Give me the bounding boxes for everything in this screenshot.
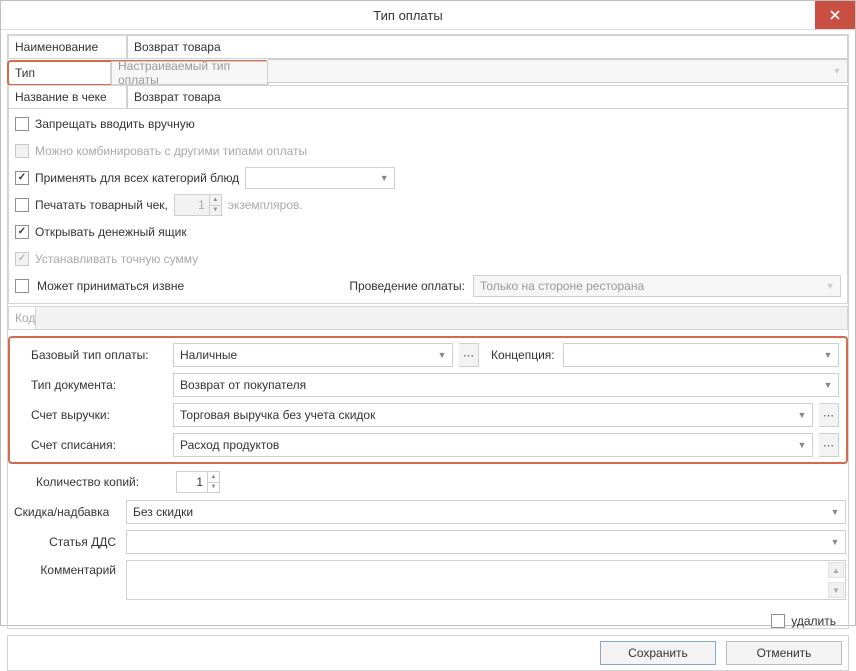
- combine-other-checkbox: [15, 144, 29, 158]
- highlighted-section: Базовый тип оплаты: Наличные ▼ ⋯ Концепц…: [8, 336, 848, 464]
- dds-label: Статья ДДС: [10, 535, 120, 549]
- code-input: [36, 306, 848, 330]
- scroll-up-icon[interactable]: ▲: [828, 562, 844, 578]
- print-copies-stepper: 1 ▲▼: [174, 194, 222, 216]
- type-select[interactable]: Настраиваемый тип оплаты: [111, 61, 268, 85]
- print-slip-label: Печатать товарный чек,: [35, 198, 168, 212]
- up-arrow-icon[interactable]: ▲: [208, 472, 219, 482]
- concept-label: Концепция:: [485, 348, 557, 362]
- copies-stepper[interactable]: 1 ▲▼: [176, 471, 220, 493]
- close-button[interactable]: [815, 1, 855, 29]
- discount-select[interactable]: Без скидки ▼: [126, 500, 846, 524]
- base-type-label: Базовый тип оплаты:: [17, 348, 167, 362]
- name-input[interactable]: [127, 35, 848, 59]
- accept-external-label: Может приниматься извне: [37, 279, 184, 293]
- apply-all-categories-checkbox[interactable]: [15, 171, 29, 185]
- processing-value: Только на стороне ресторана: [480, 279, 644, 293]
- dds-select[interactable]: ▼: [126, 530, 846, 554]
- revenue-account-label: Счет выручки:: [17, 408, 167, 422]
- comment-label: Комментарий: [10, 560, 120, 577]
- revenue-account-browse-button[interactable]: ⋯: [819, 403, 839, 427]
- type-select-ext[interactable]: ▼: [268, 59, 848, 83]
- set-exact-sum-label: Устанавливать точную сумму: [35, 252, 198, 266]
- revenue-account-select[interactable]: Торговая выручка без учета скидок ▼: [173, 403, 813, 427]
- type-value: Настраиваемый тип оплаты: [118, 59, 247, 87]
- chevron-down-icon: ▼: [820, 375, 836, 395]
- processing-label: Проведение оплаты:: [349, 279, 465, 293]
- print-copies-value: 1: [175, 195, 209, 215]
- cancel-button[interactable]: Отменить: [726, 641, 842, 665]
- save-button[interactable]: Сохранить: [600, 641, 716, 665]
- apply-all-categories-label: Применять для всех категорий блюд: [35, 171, 239, 185]
- chevron-down-icon: ▼: [822, 277, 838, 295]
- base-type-browse-button[interactable]: ⋯: [459, 343, 479, 367]
- code-label: Код: [8, 306, 36, 330]
- receipt-name-input[interactable]: [127, 85, 848, 109]
- copies-label: Количество копий:: [10, 475, 170, 489]
- discount-value: Без скидки: [133, 505, 193, 519]
- copies-value: 1: [177, 472, 207, 492]
- writeoff-account-value: Расход продуктов: [180, 438, 279, 452]
- scroll-down-icon[interactable]: ▼: [828, 582, 844, 598]
- writeoff-account-select[interactable]: Расход продуктов ▼: [173, 433, 813, 457]
- accept-external-checkbox[interactable]: [15, 279, 29, 293]
- processing-select: Только на стороне ресторана ▼: [473, 275, 841, 297]
- base-type-value: Наличные: [180, 348, 237, 362]
- combine-other-label: Можно комбинировать с другими типами опл…: [35, 144, 307, 158]
- set-exact-sum-checkbox: [15, 252, 29, 266]
- categories-select[interactable]: ▼: [245, 167, 395, 189]
- chevron-down-icon: ▼: [794, 435, 810, 455]
- comment-textarea[interactable]: ▲ ▼: [126, 560, 846, 600]
- revenue-account-value: Торговая выручка без учета скидок: [180, 408, 375, 422]
- window-title: Тип оплаты: [1, 1, 815, 29]
- chevron-down-icon: ▼: [820, 345, 836, 365]
- scrollbar[interactable]: ▲ ▼: [828, 562, 844, 598]
- chevron-down-icon: ▼: [829, 62, 845, 80]
- base-type-select[interactable]: Наличные ▼: [173, 343, 453, 367]
- receipt-name-label: Название в чеке: [8, 85, 127, 109]
- chevron-down-icon: ▼: [376, 169, 392, 187]
- writeoff-account-label: Счет списания:: [17, 438, 167, 452]
- open-drawer-checkbox[interactable]: [15, 225, 29, 239]
- open-drawer-label: Открывать денежный ящик: [35, 225, 187, 239]
- chevron-down-icon: ▼: [434, 345, 450, 365]
- down-arrow-icon[interactable]: ▼: [208, 482, 219, 493]
- doc-type-select[interactable]: Возврат от покупателя ▼: [173, 373, 839, 397]
- print-slip-suffix: экземпляров.: [228, 198, 303, 212]
- type-label: Тип: [8, 61, 111, 85]
- chevron-down-icon: ▼: [794, 405, 810, 425]
- doc-type-label: Тип документа:: [17, 378, 167, 392]
- deny-manual-label: Запрещать вводить вручную: [35, 117, 195, 131]
- close-icon: [830, 10, 840, 20]
- writeoff-account-browse-button[interactable]: ⋯: [819, 433, 839, 457]
- name-label: Наименование: [8, 35, 127, 59]
- concept-select[interactable]: ▼: [563, 343, 839, 367]
- doc-type-value: Возврат от покупателя: [180, 378, 306, 392]
- chevron-down-icon: ▼: [827, 532, 843, 552]
- chevron-down-icon: ▼: [827, 502, 843, 522]
- print-slip-checkbox[interactable]: [15, 198, 29, 212]
- deny-manual-checkbox[interactable]: [15, 117, 29, 131]
- options-group: Запрещать вводить вручную Можно комбинир…: [8, 109, 848, 304]
- discount-label: Скидка/надбавка: [10, 505, 120, 519]
